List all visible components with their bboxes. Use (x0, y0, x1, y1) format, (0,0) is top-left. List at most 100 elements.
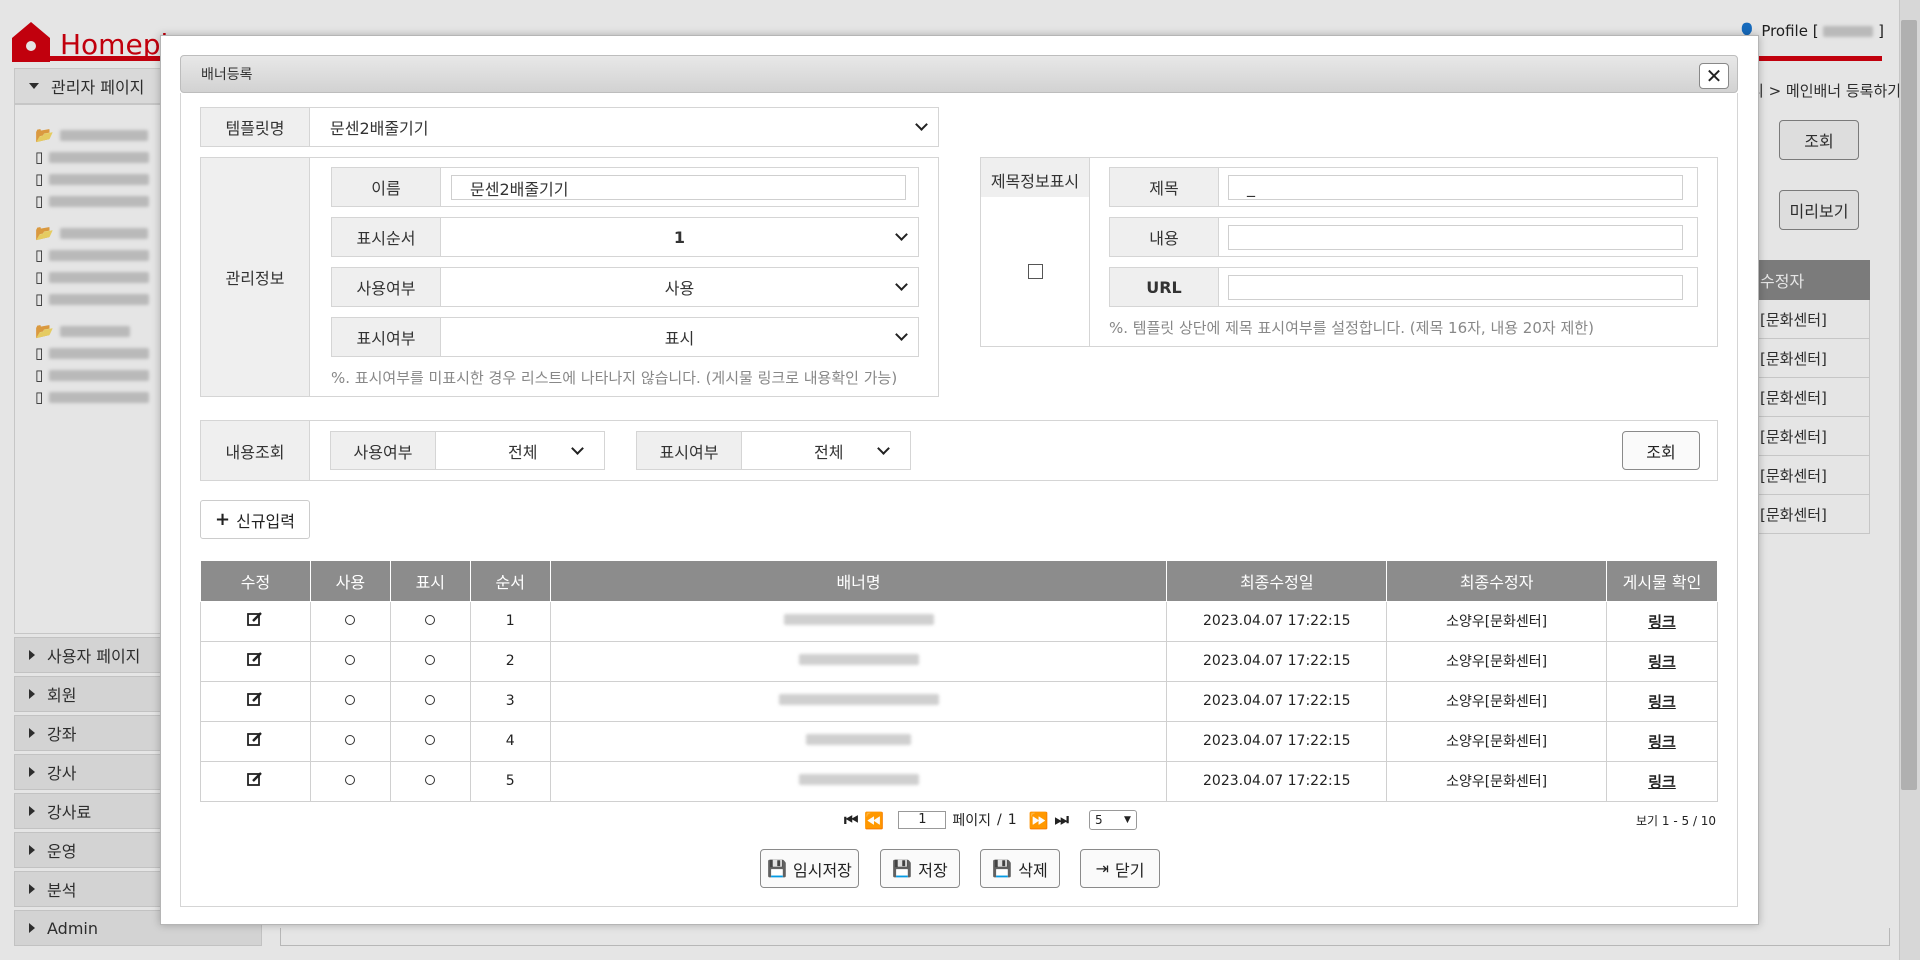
bg-preview-button[interactable]: 미리보기 (1779, 190, 1859, 230)
edit-icon[interactable] (247, 731, 263, 747)
temp-save-label: 임시저장 (793, 860, 852, 880)
mgmt-note: %. 표시여부를 미표시한 경우 리스트에 나타나지 않습니다. (게시물 링크… (331, 369, 898, 387)
last-page-icon[interactable]: ⏭ (1055, 810, 1069, 830)
banner-table: 수정 사용 표시 순서 배너명 최종수정일 최종수정자 게시물 확인 1 202… (200, 561, 1718, 802)
date-cell: 2023.04.07 17:22:15 (1166, 600, 1388, 642)
tree-item[interactable]: ▯ (35, 192, 150, 210)
name-label: 이름 (331, 167, 441, 207)
display-cell (389, 760, 471, 802)
new-entry-button[interactable]: + 신규입력 (200, 500, 310, 539)
sidebar-menu-label: 강좌 (47, 725, 77, 744)
content-input[interactable] (1228, 225, 1683, 250)
post-link[interactable]: 링크 (1648, 733, 1676, 751)
banner-name-cell (549, 600, 1168, 642)
delete-button[interactable]: 💾 삭제 (980, 849, 1060, 888)
close-icon[interactable]: ✕ (1699, 63, 1729, 89)
plus-icon: + (215, 509, 231, 530)
profile-label: Profile [ (1761, 22, 1819, 40)
device-icon: ▯ (35, 170, 44, 188)
filter-display-label: 표시여부 (636, 431, 742, 470)
bg-table-cell: [문화센터] (1752, 378, 1870, 417)
caret-right-icon (29, 689, 35, 699)
title-info-checkbox[interactable] (1027, 264, 1043, 279)
table-row: 5 2023.04.07 17:22:15 소양우[문화센터] 링크 (200, 760, 1718, 802)
tree-item[interactable]: ▯ (35, 388, 150, 406)
tree-item[interactable]: ▯ (35, 170, 150, 188)
tree-item[interactable]: ▯ (35, 268, 150, 286)
page-label: 페이지 (952, 813, 991, 829)
col-post-check: 게시물 확인 (1606, 561, 1718, 602)
sidebar-admin-label: 관리자 페이지 (51, 78, 145, 97)
bg-table-cell: [문화센터] (1752, 495, 1870, 534)
sidebar-menu-label: Admin (47, 918, 98, 938)
order-cell: 2 (469, 640, 551, 682)
circle-icon (345, 695, 356, 705)
tree-item[interactable]: ▯ (35, 246, 150, 264)
post-link[interactable]: 링크 (1648, 773, 1676, 791)
content-label: 내용 (1109, 217, 1219, 257)
display-cell (389, 720, 471, 762)
use-label: 사용여부 (331, 267, 441, 307)
temp-save-button[interactable]: 💾 임시저장 (760, 849, 859, 888)
edit-cell[interactable] (200, 720, 311, 762)
bg-search-button[interactable]: 조회 (1779, 120, 1859, 160)
use-select-value: 사용 (664, 279, 695, 298)
use-select[interactable]: 사용 (440, 267, 919, 307)
col-order: 순서 (469, 561, 551, 602)
page-input[interactable]: 1 (898, 811, 947, 829)
order-label: 표시순서 (331, 217, 441, 257)
edit-icon[interactable] (247, 611, 263, 627)
prev-page-icon[interactable]: ⏪ (864, 811, 884, 830)
filter-display-select[interactable]: 전체 (741, 431, 911, 470)
order-select[interactable]: 1 (440, 217, 919, 257)
url-input[interactable] (1228, 275, 1683, 300)
tree-folder[interactable]: 📂 (35, 322, 130, 340)
post-link[interactable]: 링크 (1648, 693, 1676, 711)
query-search-button[interactable]: 조회 (1622, 431, 1700, 470)
tree-folder[interactable]: 📂 (35, 224, 148, 242)
edit-cell[interactable] (200, 760, 311, 802)
next-page-icon[interactable]: ⏩ (1029, 811, 1049, 830)
device-icon: ▯ (35, 366, 44, 384)
close-button[interactable]: ⇥ 닫기 (1080, 849, 1160, 888)
col-display: 표시 (389, 561, 471, 602)
filter-use-select[interactable]: 전체 (435, 431, 605, 470)
display-select[interactable]: 표시 (440, 317, 919, 357)
post-link[interactable]: 링크 (1648, 613, 1676, 631)
subject-input[interactable]: _ (1228, 175, 1683, 200)
filter-use-value: 전체 (508, 442, 538, 462)
edit-cell[interactable] (200, 640, 311, 682)
tree-item[interactable]: ▯ (35, 344, 150, 362)
template-select-value: 문센2배줄기기 (330, 119, 429, 138)
edit-cell[interactable] (200, 600, 311, 642)
template-select[interactable]: 문센2배줄기기 (309, 107, 939, 147)
caret-right-icon (29, 728, 35, 738)
scrollbar-thumb[interactable] (1901, 20, 1917, 790)
edit-icon[interactable] (247, 691, 263, 707)
save-button[interactable]: 💾 저장 (880, 849, 960, 888)
caret-right-icon (29, 845, 35, 855)
post-link[interactable]: 링크 (1648, 653, 1676, 671)
edit-cell[interactable] (200, 680, 311, 722)
edit-icon[interactable] (247, 651, 263, 667)
tree-item[interactable]: ▯ (35, 366, 150, 384)
sidebar-menu-label: 사용자 페이지 (47, 647, 141, 666)
first-page-icon[interactable]: ⏮ (844, 810, 858, 830)
url-label: URL (1109, 267, 1219, 307)
page-total: 1 (1007, 812, 1017, 828)
circle-icon (425, 695, 436, 705)
tree-item[interactable]: ▯ (35, 290, 150, 308)
profile-link[interactable]: 👤 Profile [ ] (1738, 22, 1884, 40)
use-cell (309, 760, 391, 802)
caret-right-icon (29, 650, 35, 660)
date-cell: 2023.04.07 17:22:15 (1166, 760, 1388, 802)
edit-icon[interactable] (247, 771, 263, 787)
breadcrumb: 리 > 메인배너 등록하기 (1750, 82, 1902, 100)
tree-folder[interactable]: 📂 (35, 126, 148, 144)
per-page-select[interactable]: 5 ▼ (1088, 810, 1137, 830)
circle-icon (425, 655, 436, 665)
name-input[interactable]: 문센2배줄기기 (451, 175, 906, 200)
date-cell: 2023.04.07 17:22:15 (1166, 680, 1388, 722)
delete-label: 삭제 (1018, 860, 1048, 880)
tree-item[interactable]: ▯ (35, 148, 150, 166)
